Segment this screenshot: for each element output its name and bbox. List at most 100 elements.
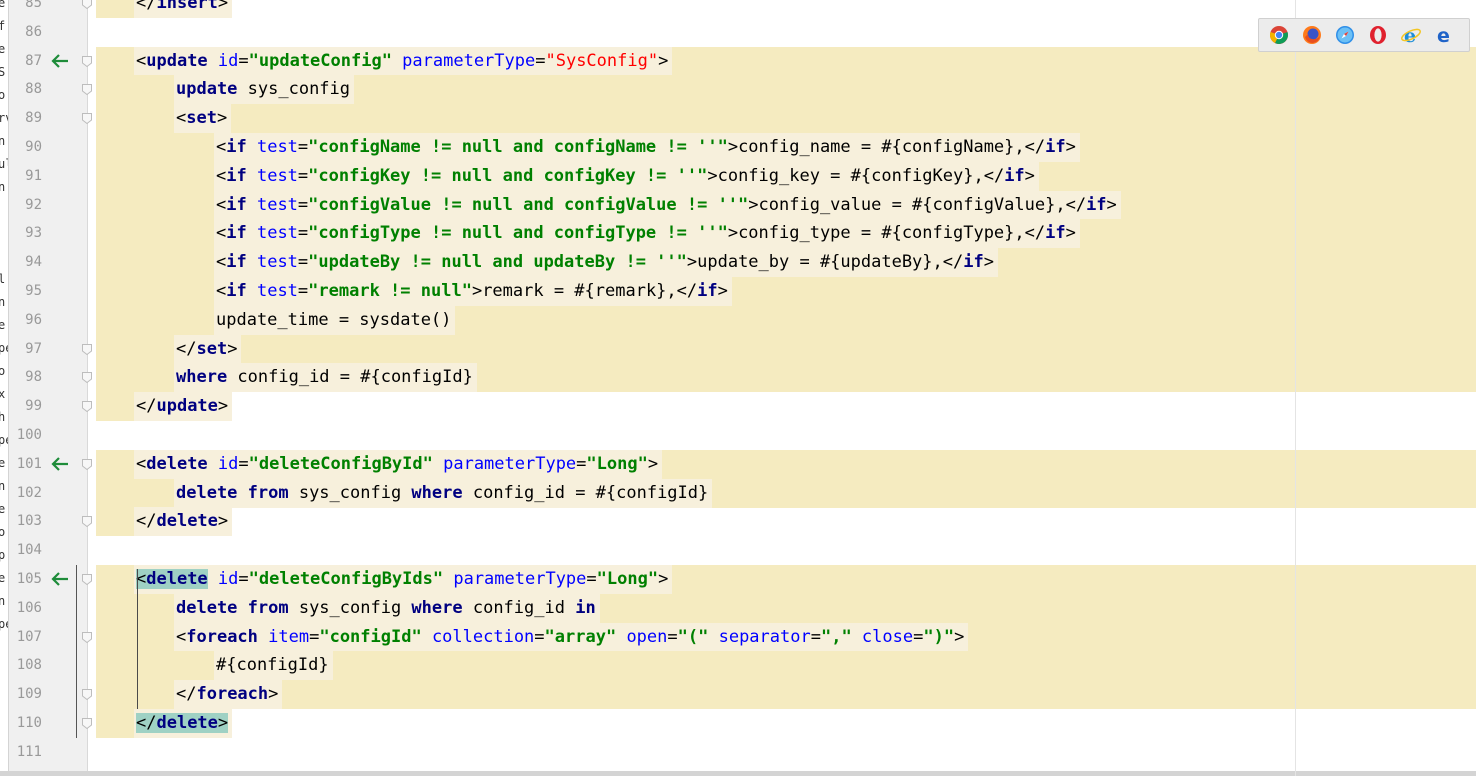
fold-marker-icon[interactable] bbox=[82, 55, 92, 67]
code-line[interactable]: 86 bbox=[0, 18, 1476, 47]
code-text: update sys_config bbox=[176, 75, 350, 104]
fold-marker-icon[interactable] bbox=[82, 458, 92, 470]
chrome-icon[interactable] bbox=[1266, 22, 1292, 48]
line-number: 109 bbox=[16, 686, 42, 703]
code-token: </ bbox=[1024, 137, 1046, 157]
code-line[interactable]: 105 <delete id="deleteConfigByIds" parame… bbox=[0, 565, 1476, 594]
fold-marker-icon[interactable] bbox=[82, 372, 92, 384]
code-line[interactable]: 92 <if test="configValue != null and conf… bbox=[0, 190, 1476, 220]
fold-marker-icon[interactable] bbox=[82, 718, 92, 729]
code-token: < bbox=[136, 453, 147, 474]
code-line[interactable]: 96 update_time = sysdate() bbox=[0, 305, 1476, 335]
code-line[interactable]: 103 </delete> bbox=[0, 507, 1476, 537]
code-line[interactable]: 100 bbox=[0, 421, 1476, 450]
code-line[interactable]: 97 </set> bbox=[0, 334, 1476, 364]
code-text: </delete> bbox=[136, 709, 229, 738]
edge-icon[interactable]: e bbox=[1431, 22, 1457, 48]
code-line[interactable]: 109 </foreach> bbox=[0, 680, 1476, 710]
fold-marker-icon[interactable] bbox=[82, 113, 92, 125]
code-token: > bbox=[707, 165, 718, 186]
code-token: = bbox=[586, 569, 597, 589]
change-highlight bbox=[96, 334, 1476, 364]
opera-icon[interactable] bbox=[1365, 22, 1391, 48]
change-highlight bbox=[96, 680, 1476, 710]
change-highlight bbox=[96, 104, 1476, 134]
firefox-icon[interactable] bbox=[1299, 22, 1325, 48]
fold-marker-icon[interactable] bbox=[82, 631, 92, 643]
code-token: sys_config bbox=[237, 79, 351, 100]
code-token: </ bbox=[136, 713, 157, 733]
code-token: < bbox=[216, 252, 227, 273]
line-number: 94 bbox=[25, 254, 42, 271]
code-line[interactable]: 104 bbox=[0, 536, 1476, 565]
fold-marker-icon[interactable] bbox=[82, 401, 92, 413]
fold-marker-icon[interactable] bbox=[82, 689, 92, 701]
code-token: delete bbox=[146, 453, 208, 474]
code-text: <if test="configName != null and configN… bbox=[216, 133, 1076, 162]
code-line[interactable]: 106 delete from sys_config where config_i… bbox=[0, 593, 1476, 623]
code-line[interactable]: 110 </delete> bbox=[0, 709, 1476, 738]
browser-preview-bar: e e bbox=[1258, 18, 1470, 52]
code-token: test bbox=[246, 223, 298, 244]
code-token: if bbox=[226, 137, 247, 157]
code-token: </ bbox=[1065, 194, 1087, 215]
fold-marker-icon[interactable] bbox=[82, 343, 92, 355]
code-token: where bbox=[176, 367, 228, 388]
fold-marker-icon[interactable] bbox=[82, 516, 92, 528]
implementation-arrow-icon[interactable] bbox=[50, 53, 70, 69]
code-token: in bbox=[575, 597, 596, 618]
code-text: <update id="updateConfig" parameterType=… bbox=[136, 47, 668, 76]
status-bar-edge bbox=[0, 771, 1476, 776]
code-token: where bbox=[411, 482, 463, 503]
line-number: 91 bbox=[25, 167, 42, 184]
ie-icon[interactable]: e bbox=[1398, 22, 1424, 48]
code-token: "SysConfig" bbox=[545, 50, 659, 71]
code-line[interactable]: 98 where config_id = #{configId} bbox=[0, 363, 1476, 393]
line-number: 106 bbox=[16, 599, 42, 616]
code-token: sys_config bbox=[288, 597, 412, 618]
line-number: 111 bbox=[16, 743, 42, 760]
code-text: <foreach item="configId" collection="arr… bbox=[176, 623, 964, 652]
code-line[interactable]: 91 <if test="configKey != null and config… bbox=[0, 161, 1476, 191]
code-token: test bbox=[246, 165, 298, 186]
code-line[interactable]: 87 <update id="updateConfig" parameterTyp… bbox=[0, 46, 1476, 76]
code-token: = bbox=[297, 165, 309, 186]
line-number: 90 bbox=[25, 139, 42, 155]
code-line[interactable]: 93 <if test="configType != null and confi… bbox=[0, 219, 1476, 249]
code-line[interactable]: 111 bbox=[0, 738, 1476, 767]
code-token: delete from bbox=[176, 482, 289, 503]
code-line[interactable]: 88 update sys_config bbox=[0, 75, 1476, 105]
code-line[interactable]: 95 <if test="remark != null">remark = #{r… bbox=[0, 277, 1476, 306]
code-token: config_name = #{configName}, bbox=[738, 137, 1025, 157]
safari-icon[interactable] bbox=[1332, 22, 1358, 48]
code-line[interactable]: 101 <delete id="deleteConfigById" paramet… bbox=[0, 449, 1476, 479]
code-token: > bbox=[217, 511, 229, 532]
code-text: <delete id="deleteConfigByIds" parameter… bbox=[136, 565, 668, 594]
code-line[interactable]: 89 <set> bbox=[0, 104, 1476, 134]
code-token: = bbox=[297, 137, 309, 157]
code-token: config_id = #{configId} bbox=[462, 482, 709, 503]
code-line[interactable]: 90 <if test="configName != null and confi… bbox=[0, 133, 1476, 162]
code-token: parameterType bbox=[391, 50, 536, 71]
implementation-arrow-icon[interactable] bbox=[50, 571, 70, 587]
code-token: "configId" bbox=[319, 626, 422, 647]
line-number: 99 bbox=[25, 398, 42, 415]
code-line[interactable]: 102 delete from sys_config where config_i… bbox=[0, 478, 1476, 508]
code-token: foreach bbox=[196, 684, 269, 705]
code-line[interactable]: 108 #{configId} bbox=[0, 651, 1476, 681]
fold-marker-icon[interactable] bbox=[82, 84, 92, 96]
code-line[interactable]: 94 <if test="updateBy != null and updateB… bbox=[0, 248, 1476, 278]
code-line[interactable]: 85 </insert> bbox=[0, 0, 1476, 18]
code-line[interactable]: 107 <foreach item="configId" collection="… bbox=[0, 622, 1476, 652]
line-number: 93 bbox=[25, 225, 42, 242]
code-token: test bbox=[246, 194, 298, 215]
code-token: update bbox=[176, 79, 238, 100]
fold-marker-icon[interactable] bbox=[82, 0, 92, 9]
code-token: < bbox=[216, 165, 227, 186]
implementation-arrow-icon[interactable] bbox=[50, 456, 70, 472]
code-token: if bbox=[226, 252, 247, 273]
code-token: id bbox=[207, 50, 239, 71]
fold-marker-icon[interactable] bbox=[82, 574, 92, 585]
code-line[interactable]: 99 </update> bbox=[0, 392, 1476, 422]
code-token: > bbox=[227, 338, 238, 359]
